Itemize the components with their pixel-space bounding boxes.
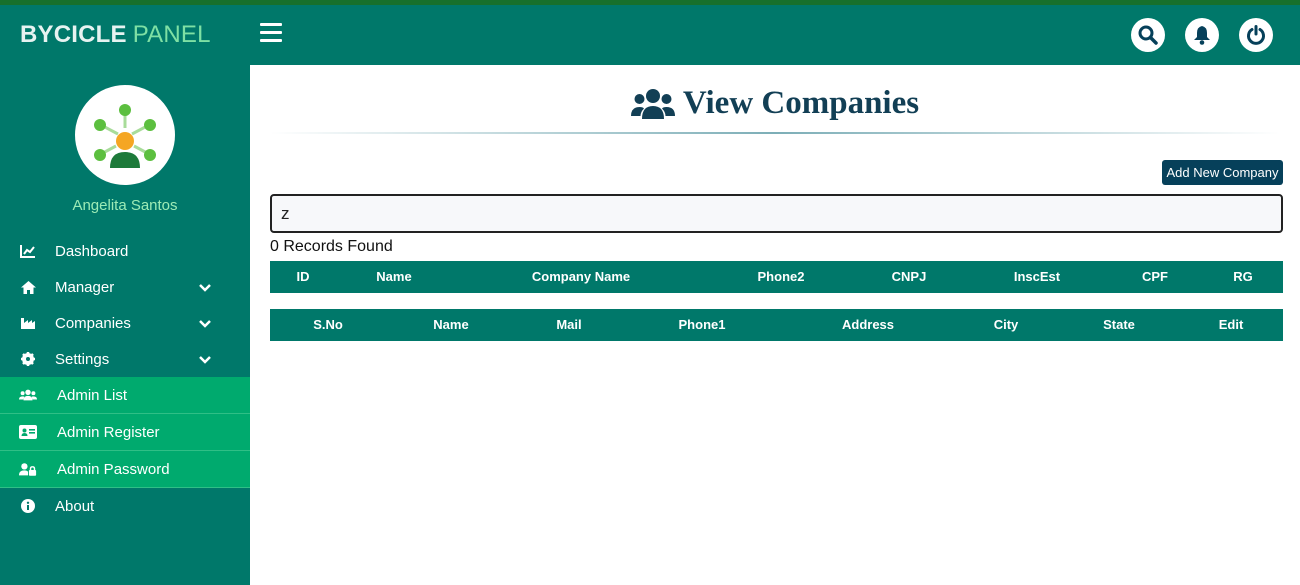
chart-line-icon [19,244,37,258]
notifications-button[interactable] [1185,18,1219,52]
column-header[interactable]: ID [297,261,310,293]
users-icon [19,388,37,402]
page-header: View Companies [250,85,1300,122]
search-input[interactable] [270,194,1283,233]
column-header[interactable]: State [1103,309,1135,341]
brand-name-part1: BYCICLE [20,21,127,48]
column-header[interactable]: Edit [1219,309,1244,341]
column-header[interactable]: Name [433,309,468,341]
info-icon [19,499,37,513]
sidebar-item-label: Settings [55,350,110,368]
sidebar-item-label: Dashboard [55,242,129,260]
id-card-icon [19,425,37,439]
sidebar-item-label: Admin List [57,386,128,404]
column-header[interactable]: InscEst [1014,261,1060,293]
chevron-down-icon[interactable] [198,352,212,369]
main-content: View Companies Add New Company 0 Records… [250,65,1300,585]
sidebar-item-label: Admin Password [57,460,170,478]
sidebar-item-label: Admin Register [57,423,160,441]
sidebar-item-label: About [55,497,95,515]
sidebar-item-label: Manager [55,278,115,296]
brand-logo[interactable]: BYCICLE PANEL [0,5,250,65]
sidebar: BYCICLE PANEL Angelita Santos Dashboard … [0,5,250,585]
records-count: 0 Records Found [270,238,393,255]
industry-icon [19,316,37,330]
avatar [75,85,175,185]
chevron-down-icon[interactable] [198,316,212,333]
gear-icon [19,352,37,366]
page-title: View Companies [682,85,920,121]
top-header [250,5,1300,65]
column-header[interactable]: Address [842,309,894,341]
sidebar-item-companies[interactable]: Companies [0,305,250,341]
column-header[interactable]: CPF [1142,261,1168,293]
hamburger-menu-icon[interactable] [260,23,282,43]
sidebar-item-about[interactable]: About [0,488,250,524]
add-company-button[interactable]: Add New Company [1162,160,1283,185]
bell-icon [1194,26,1210,45]
sidebar-item-settings[interactable]: Settings [0,341,250,377]
column-header[interactable]: Company Name [532,261,630,293]
sidebar-item-admin-list[interactable]: Admin List [0,377,250,414]
sidebar-item-admin-password[interactable]: Admin Password [0,451,250,488]
column-header[interactable]: Name [376,261,411,293]
network-user-icon [94,104,156,168]
logout-button[interactable] [1239,18,1273,52]
companies-table-header: ID Name Company Name Phone2 CNPJ InscEst… [270,261,1283,293]
column-header[interactable]: Phone2 [758,261,805,293]
search-icon [1138,25,1158,45]
contacts-table-header: S.No Name Mail Phone1 Address City State… [270,309,1283,341]
column-header[interactable]: S.No [313,309,343,341]
sidebar-item-label: Companies [55,314,131,332]
column-header[interactable]: City [994,309,1019,341]
column-header[interactable]: RG [1233,261,1253,293]
sidebar-item-manager[interactable]: Manager [0,269,250,305]
sidebar-item-dashboard[interactable]: Dashboard [0,233,250,269]
power-icon [1247,25,1265,45]
column-header[interactable]: CNPJ [892,261,927,293]
users-icon [630,88,675,119]
chevron-down-icon[interactable] [198,280,212,297]
home-icon [19,280,37,295]
user-lock-icon [19,462,37,477]
column-header[interactable]: Mail [556,309,581,341]
search-button[interactable] [1131,18,1165,52]
sidebar-menu: Dashboard Manager Companies Settings Adm… [0,233,250,524]
user-name: Angelita Santos [72,197,178,214]
brand-name-part2: PANEL [132,21,211,48]
sidebar-item-admin-register[interactable]: Admin Register [0,414,250,451]
title-divider [270,132,1280,134]
column-header[interactable]: Phone1 [679,309,726,341]
